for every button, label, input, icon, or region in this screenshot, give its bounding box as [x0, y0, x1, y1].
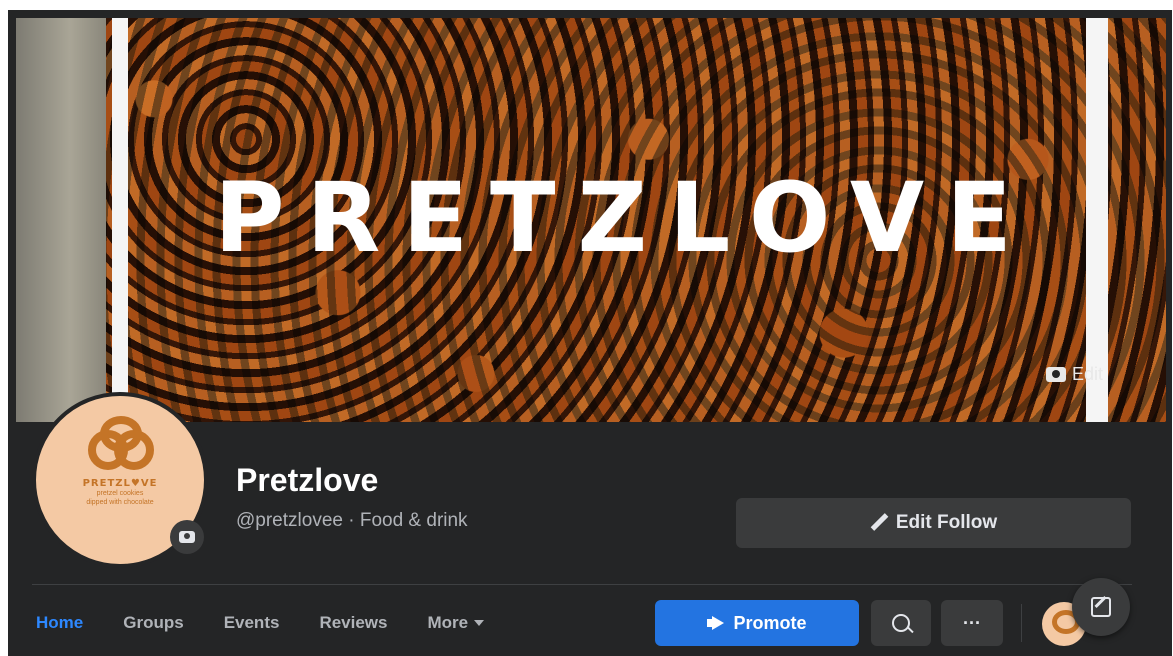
search-icon: [892, 614, 910, 632]
edit-follow-label: Edit Follow: [895, 512, 998, 533]
camera-icon: [1046, 367, 1066, 382]
promote-button[interactable]: Promote: [655, 600, 859, 646]
pretzel-ring-right: [114, 430, 154, 470]
nav-separator: [1021, 604, 1022, 642]
tab-groups-label: Groups: [123, 613, 184, 632]
cover-wood-edge: [16, 18, 106, 422]
edit-cover-button[interactable]: Edit: [1046, 364, 1103, 385]
edit-follow-button[interactable]: Edit Follow: [736, 498, 1131, 548]
page-tabs: Home Groups Events Reviews More: [36, 600, 524, 646]
logo-subtext-1: pretzel cookies: [96, 490, 144, 497]
tab-more[interactable]: More: [427, 613, 485, 633]
tab-groups[interactable]: Groups: [123, 613, 183, 633]
cover-title-text: PRETZLOVE: [214, 162, 1034, 274]
edit-cover-label: Edit: [1072, 364, 1104, 384]
logo-text: PRETZL♥VE: [82, 478, 158, 489]
megaphone-icon: [707, 616, 725, 630]
page-title: Pretzlove: [236, 462, 379, 498]
tab-reviews-label: Reviews: [319, 613, 388, 632]
camera-icon: [179, 531, 195, 543]
cover-photo[interactable]: PRETZLOVE Edit: [16, 18, 1166, 422]
compose-message-button[interactable]: [1072, 578, 1130, 636]
more-icon: ···: [963, 612, 981, 633]
tab-events[interactable]: Events: [224, 613, 280, 633]
tab-reviews[interactable]: Reviews: [319, 613, 387, 633]
promote-label: Promote: [733, 612, 807, 633]
tab-more-label: More: [427, 613, 469, 632]
tab-home-label: Home: [36, 613, 84, 632]
pretzel-logo-icon: [88, 416, 154, 474]
pencil-icon: [870, 514, 888, 532]
logo-subtext-2: dipped with chocolate: [86, 499, 154, 506]
update-profile-picture-button[interactable]: [170, 520, 204, 554]
compose-icon: [1091, 597, 1111, 617]
search-button[interactable]: [871, 600, 931, 646]
more-options-button[interactable]: ···: [941, 600, 1003, 646]
cover-brush-stroke-right: [1086, 18, 1108, 422]
tab-home[interactable]: Home: [36, 613, 83, 633]
page-handle-category: @pretzlovee · Food & drink: [236, 510, 468, 531]
cover-brush-stroke-left: [112, 18, 128, 422]
profile-divider: [32, 584, 1132, 585]
tab-events-label: Events: [223, 613, 280, 632]
caret-down-icon: [474, 620, 485, 626]
